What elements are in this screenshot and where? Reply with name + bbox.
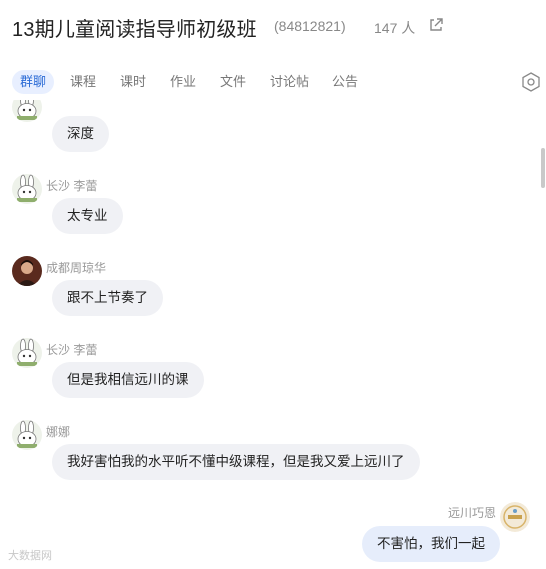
settings-icon[interactable] [520, 71, 542, 93]
tab-courses[interactable]: 课程 [70, 70, 96, 94]
tab-group-chat[interactable]: 群聊 [12, 70, 55, 94]
rabbit-avatar-icon[interactable] [12, 174, 42, 204]
rabbit-avatar-icon[interactable] [12, 338, 42, 368]
message-bubble[interactable]: 深度 [52, 116, 109, 152]
sender-name: 远川巧恩 [447, 506, 496, 520]
message-bubble[interactable]: 跟不上节奏了 [52, 280, 163, 316]
tab-discussions[interactable]: 讨论帖 [270, 70, 309, 94]
message-list[interactable]: 深度 长沙 李蕾 太专业 成都周琼华 跟不上节奏了 长沙 李蕾 但是我相信远川的… [0, 100, 546, 569]
member-count[interactable]: 147 人 [374, 18, 415, 38]
group-title: 13期儿童阅读指导师初级班 [12, 19, 257, 41]
tab-homework[interactable]: 作业 [170, 70, 196, 94]
badge-avatar-icon[interactable] [500, 502, 530, 532]
sender-name: 长沙 李蕾 [46, 179, 98, 193]
rabbit-avatar-icon[interactable] [12, 420, 42, 450]
scrollbar[interactable] [541, 148, 545, 188]
sender-name: 成都周琼华 [46, 261, 107, 275]
group-id: (84812821) [274, 18, 346, 34]
external-link-icon[interactable] [428, 17, 444, 33]
rabbit-avatar-icon[interactable] [12, 100, 42, 122]
watermark: 大数据网 [8, 550, 52, 562]
photo-avatar-icon[interactable] [12, 256, 42, 286]
tab-announcements[interactable]: 公告 [332, 70, 358, 94]
sender-name: 娜娜 [46, 425, 71, 439]
message-bubble[interactable]: 但是我相信远川的课 [52, 362, 204, 398]
message-bubble[interactable]: 太专业 [52, 198, 123, 234]
tab-lessons[interactable]: 课时 [120, 70, 146, 94]
message-bubble[interactable]: 不害怕，我们一起 [362, 526, 500, 562]
tab-files[interactable]: 文件 [220, 70, 246, 94]
sender-name: 长沙 李蕾 [46, 343, 98, 357]
chat-header: 13期儿童阅读指导师初级班 (84812821) 147 人 [0, 0, 546, 56]
tab-bar: 群聊 课程 课时 作业 文件 讨论帖 公告 [0, 56, 546, 100]
message-bubble[interactable]: 我好害怕我的水平听不懂中级课程，但是我又爱上远川了 [52, 444, 420, 480]
